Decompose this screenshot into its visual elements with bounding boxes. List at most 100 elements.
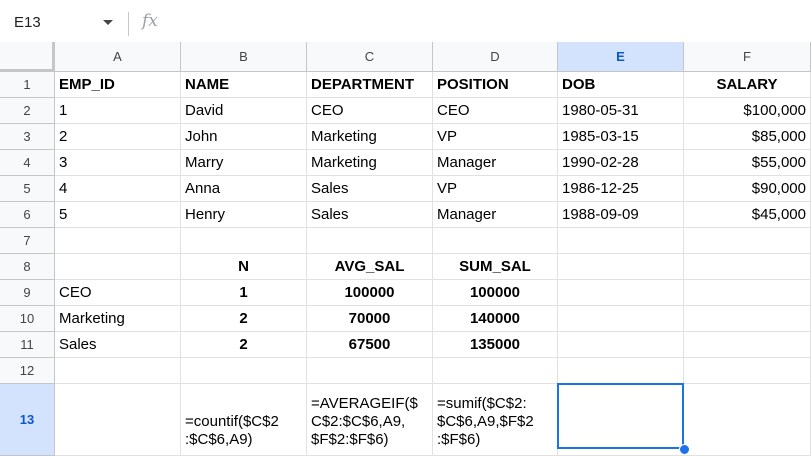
cell-b12[interactable] [181, 358, 307, 384]
cell-c8[interactable]: AVG_SAL [307, 254, 433, 280]
cell-d2[interactable]: CEO [433, 98, 558, 124]
cell-b8[interactable]: N [181, 254, 307, 280]
cell-d13[interactable]: =sumif($C$2: $C$6,A9,$F$2 :$F$6) [433, 384, 558, 456]
row-header-8[interactable]: 8 [0, 254, 55, 280]
row-header-9[interactable]: 9 [0, 280, 55, 306]
cell-b5[interactable]: Anna [181, 176, 307, 202]
row-header-2[interactable]: 2 [0, 98, 55, 124]
row-header-12[interactable]: 12 [0, 358, 55, 384]
cell-a2[interactable]: 1 [55, 98, 181, 124]
row-header-1[interactable]: 1 [0, 72, 55, 98]
cell-f13[interactable] [684, 384, 811, 456]
cell-d6[interactable]: Manager [433, 202, 558, 228]
cell-b2[interactable]: David [181, 98, 307, 124]
cell-b4[interactable]: Marry [181, 150, 307, 176]
row-header-13[interactable]: 13 [0, 384, 55, 456]
cell-f10[interactable] [684, 306, 811, 332]
cell-c7[interactable] [307, 228, 433, 254]
cell-e9[interactable] [558, 280, 684, 306]
cell-a7[interactable] [55, 228, 181, 254]
row-header-3[interactable]: 3 [0, 124, 55, 150]
cell-c11[interactable]: 67500 [307, 332, 433, 358]
cell-c3[interactable]: Marketing [307, 124, 433, 150]
cell-e8[interactable] [558, 254, 684, 280]
cell-c6[interactable]: Sales [307, 202, 433, 228]
cell-d9[interactable]: 100000 [433, 280, 558, 306]
cell-c13[interactable]: =AVERAGEIF($ C$2:$C$6,A9, $F$2:$F$6) [307, 384, 433, 456]
cell-e6[interactable]: 1988-09-09 [558, 202, 684, 228]
cell-f5[interactable]: $90,000 [684, 176, 811, 202]
cell-d10[interactable]: 140000 [433, 306, 558, 332]
cell-f7[interactable] [684, 228, 811, 254]
cell-a6[interactable]: 5 [55, 202, 181, 228]
cell-d5[interactable]: VP [433, 176, 558, 202]
cell-f1[interactable]: SALARY [684, 72, 811, 98]
cell-c5[interactable]: Sales [307, 176, 433, 202]
cell-e1[interactable]: DOB [558, 72, 684, 98]
cell-a10[interactable]: Marketing [55, 306, 181, 332]
cell-a3[interactable]: 2 [55, 124, 181, 150]
cell-b1[interactable]: NAME [181, 72, 307, 98]
cell-e10[interactable] [558, 306, 684, 332]
cell-e4[interactable]: 1990-02-28 [558, 150, 684, 176]
name-box-dropdown-icon[interactable] [103, 20, 113, 25]
row-header-4[interactable]: 4 [0, 150, 55, 176]
cell-d4[interactable]: Manager [433, 150, 558, 176]
cell-f2[interactable]: $100,000 [684, 98, 811, 124]
cell-a4[interactable]: 3 [55, 150, 181, 176]
cell-a1[interactable]: EMP_ID [55, 72, 181, 98]
cell-f11[interactable] [684, 332, 811, 358]
cell-e11[interactable] [558, 332, 684, 358]
cell-b11[interactable]: 2 [181, 332, 307, 358]
column-header-c[interactable]: C [307, 42, 433, 72]
cell-b6[interactable]: Henry [181, 202, 307, 228]
cell-d8[interactable]: SUM_SAL [433, 254, 558, 280]
row-header-5[interactable]: 5 [0, 176, 55, 202]
cell-c1[interactable]: DEPARTMENT [307, 72, 433, 98]
cell-c2[interactable]: CEO [307, 98, 433, 124]
cell-c4[interactable]: Marketing [307, 150, 433, 176]
cell-f8[interactable] [684, 254, 811, 280]
cell-f4[interactable]: $55,000 [684, 150, 811, 176]
cell-d1[interactable]: POSITION [433, 72, 558, 98]
cell-f3[interactable]: $85,000 [684, 124, 811, 150]
cell-f6[interactable]: $45,000 [684, 202, 811, 228]
cell-b9[interactable]: 1 [181, 280, 307, 306]
name-box[interactable]: E13 [14, 14, 41, 31]
cell-c9[interactable]: 100000 [307, 280, 433, 306]
row-header-7[interactable]: 7 [0, 228, 55, 254]
cell-e3[interactable]: 1985-03-15 [558, 124, 684, 150]
cell-a8[interactable] [55, 254, 181, 280]
cell-e12[interactable] [558, 358, 684, 384]
column-header-f[interactable]: F [684, 42, 811, 72]
cell-d12[interactable] [433, 358, 558, 384]
cell-f9[interactable] [684, 280, 811, 306]
cell-e5[interactable]: 1986-12-25 [558, 176, 684, 202]
cell-e2[interactable]: 1980-05-31 [558, 98, 684, 124]
cell-b13[interactable]: =countif($C$2 :$C$6,A9) [181, 384, 307, 456]
cell-f12[interactable] [684, 358, 811, 384]
cell-e7[interactable] [558, 228, 684, 254]
column-header-d[interactable]: D [433, 42, 558, 72]
cell-a5[interactable]: 4 [55, 176, 181, 202]
cell-b3[interactable]: John [181, 124, 307, 150]
column-header-e[interactable]: E [558, 42, 684, 72]
row-header-10[interactable]: 10 [0, 306, 55, 332]
fill-handle[interactable] [679, 444, 690, 455]
cell-d3[interactable]: VP [433, 124, 558, 150]
select-all-corner[interactable] [0, 42, 55, 72]
cell-a9[interactable]: CEO [55, 280, 181, 306]
cell-c10[interactable]: 70000 [307, 306, 433, 332]
cell-b7[interactable] [181, 228, 307, 254]
cell-a12[interactable] [55, 358, 181, 384]
row-header-11[interactable]: 11 [0, 332, 55, 358]
cell-a11[interactable]: Sales [55, 332, 181, 358]
column-header-b[interactable]: B [181, 42, 307, 72]
cell-d11[interactable]: 135000 [433, 332, 558, 358]
row-header-6[interactable]: 6 [0, 202, 55, 228]
cell-a13[interactable] [55, 384, 181, 456]
column-header-a[interactable]: A [55, 42, 181, 72]
cell-b10[interactable]: 2 [181, 306, 307, 332]
cell-c12[interactable] [307, 358, 433, 384]
cell-d7[interactable] [433, 228, 558, 254]
